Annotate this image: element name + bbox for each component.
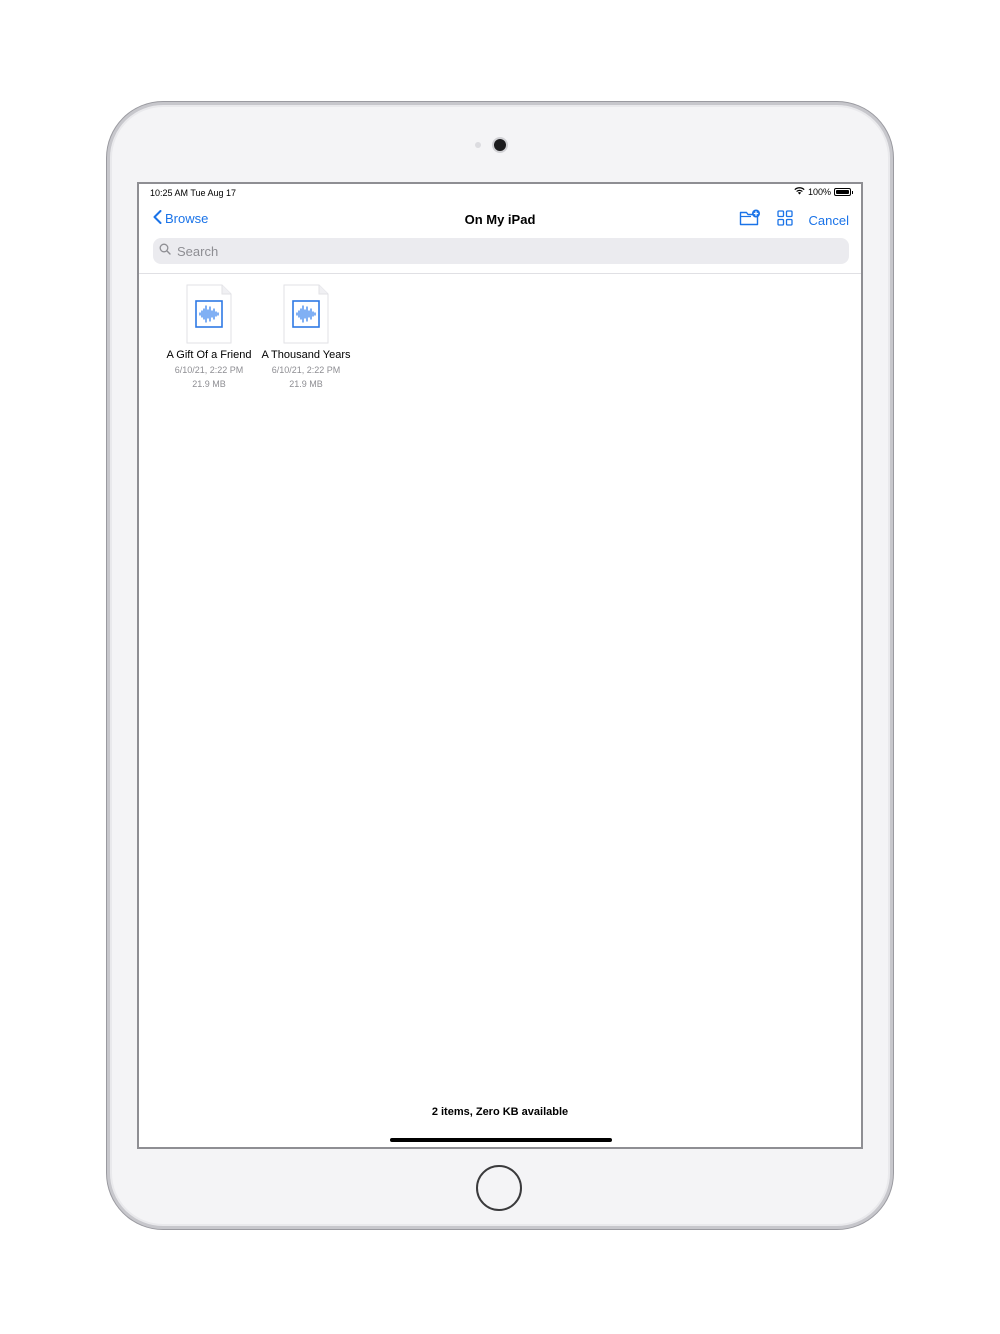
header-divider xyxy=(139,273,861,274)
search-bar[interactable] xyxy=(153,238,849,264)
search-icon xyxy=(159,242,171,260)
new-folder-icon[interactable] xyxy=(739,209,761,231)
home-indicator[interactable] xyxy=(390,1138,612,1142)
file-size: 21.9 MB xyxy=(192,379,226,389)
camera-icon xyxy=(494,139,506,151)
storage-summary: 2 items, Zero KB available xyxy=(431,1106,569,1118)
wifi-icon xyxy=(794,187,805,197)
status-time: 10:25 AM Tue Aug 17 xyxy=(150,188,237,198)
cancel-button[interactable]: Cancel xyxy=(809,213,849,228)
battery-icon xyxy=(834,188,853,196)
file-date: 6/10/21, 2:22 PM xyxy=(271,365,341,375)
file-item[interactable]: A Gift Of a Friend 6/10/21, 2:22 PM 21.9… xyxy=(159,284,259,391)
file-name: A Gift Of a Friend xyxy=(166,349,252,361)
sensor-dot xyxy=(475,142,481,148)
audio-file-icon xyxy=(283,284,329,344)
file-item[interactable]: A Thousand Years 6/10/21, 2:22 PM 21.9 M… xyxy=(256,284,356,391)
home-button[interactable] xyxy=(476,1165,522,1211)
file-size: 21.9 MB xyxy=(289,379,323,389)
status-right: 100% xyxy=(794,187,853,197)
screen: 10:25 AM Tue Aug 17 100% Browse On My iP… xyxy=(137,182,863,1149)
battery-percent: 100% xyxy=(807,187,831,197)
status-bar: 10:25 AM Tue Aug 17 100% xyxy=(139,184,861,204)
audio-file-icon xyxy=(186,284,232,344)
grid-view-icon[interactable] xyxy=(776,209,793,231)
nav-actions: Cancel xyxy=(739,209,849,231)
battery-level xyxy=(836,190,849,194)
file-name: A Thousand Years xyxy=(261,349,351,361)
search-input[interactable] xyxy=(175,242,819,260)
navigation-bar: Browse On My iPad Cancel xyxy=(139,206,861,234)
file-date: 6/10/21, 2:22 PM xyxy=(174,365,244,375)
